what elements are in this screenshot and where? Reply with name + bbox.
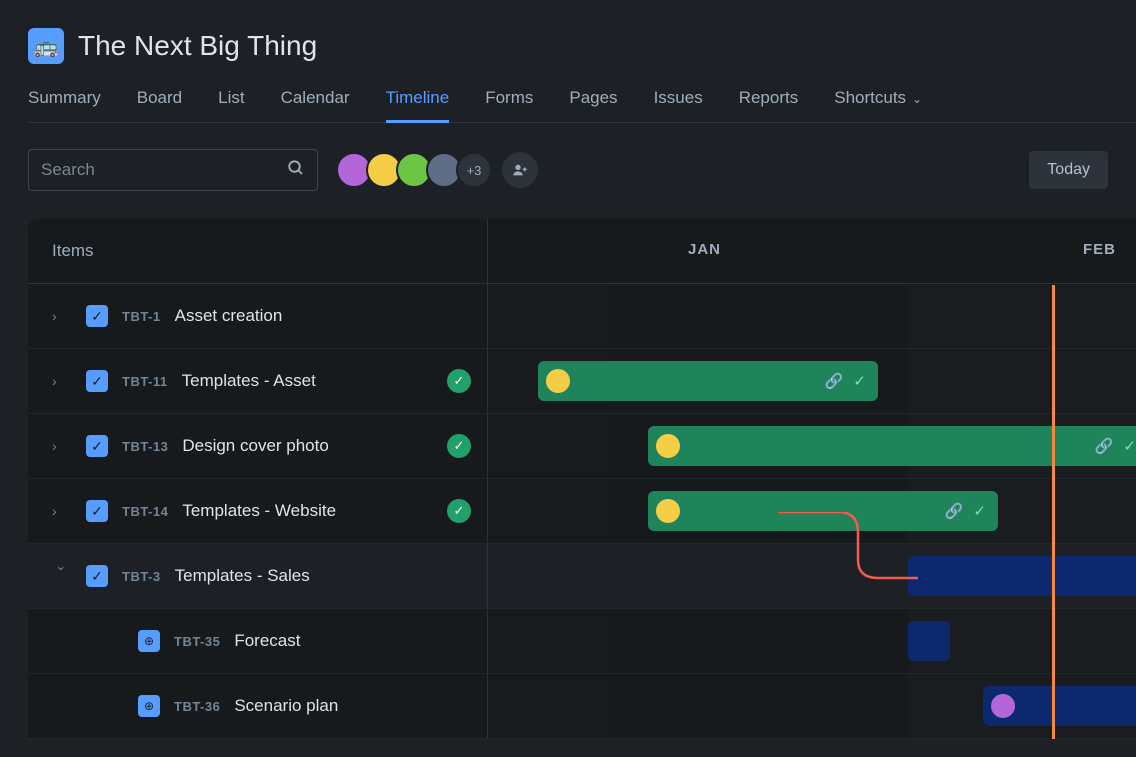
issue-key[interactable]: TBT-35 xyxy=(174,634,220,649)
timeline-row[interactable]: › ✓ TBT-14 Templates - Website ✓ 🔗 ✓ xyxy=(28,479,1136,544)
timeline-row[interactable]: › ✓ TBT-1 Asset creation xyxy=(28,284,1136,349)
issue-type-icon[interactable]: ✓ xyxy=(86,435,108,457)
add-user-button[interactable] xyxy=(502,152,538,188)
timeline-row[interactable]: ⊕ TBT-35 Forecast xyxy=(28,609,1136,674)
assignee-avatar-icon xyxy=(989,692,1017,720)
timeline-bar[interactable]: 🔗 ✓ xyxy=(648,426,1136,466)
project-logo-icon: 🚌 xyxy=(28,28,64,64)
tab-reports[interactable]: Reports xyxy=(739,88,799,122)
timeline-bar[interactable] xyxy=(983,686,1136,726)
tab-list[interactable]: List xyxy=(218,88,244,122)
status-done-icon: ✓ xyxy=(447,369,471,393)
avatar-overflow[interactable]: +3 xyxy=(456,152,492,188)
issue-key[interactable]: TBT-11 xyxy=(122,374,168,389)
timeline-bar[interactable]: 🔗 ✓ xyxy=(538,361,878,401)
check-icon: ✓ xyxy=(853,372,866,390)
issue-key[interactable]: TBT-3 xyxy=(122,569,161,584)
month-label-jan: JAN xyxy=(688,241,721,258)
issue-title[interactable]: Scenario plan xyxy=(234,696,338,716)
expand-toggle[interactable]: › xyxy=(52,438,72,454)
tab-issues[interactable]: Issues xyxy=(654,88,703,122)
search-icon xyxy=(287,159,305,182)
months-header: JAN FEB xyxy=(488,219,1136,283)
assignee-avatar-icon xyxy=(654,432,682,460)
tab-forms[interactable]: Forms xyxy=(485,88,533,122)
month-label-feb: FEB xyxy=(1083,241,1116,258)
issue-title[interactable]: Templates - Website xyxy=(182,501,336,521)
issue-key[interactable]: TBT-36 xyxy=(174,699,220,714)
issue-type-icon[interactable]: ✓ xyxy=(86,500,108,522)
timeline-row[interactable]: › ✓ TBT-11 Templates - Asset ✓ 🔗 ✓ xyxy=(28,349,1136,414)
expand-toggle[interactable]: › xyxy=(52,503,72,519)
issue-title[interactable]: Design cover photo xyxy=(182,436,328,456)
check-icon: ✓ xyxy=(973,502,986,520)
timeline-bar[interactable] xyxy=(908,621,950,661)
timeline-row[interactable]: › ✓ TBT-13 Design cover photo ✓ 🔗 ✓ xyxy=(28,414,1136,479)
timeline-bar[interactable]: 🔗 ✓ xyxy=(648,491,998,531)
issue-title[interactable]: Asset creation xyxy=(175,306,283,326)
link-icon[interactable]: 🔗 xyxy=(1095,437,1114,455)
tab-calendar[interactable]: Calendar xyxy=(281,88,350,122)
project-title: The Next Big Thing xyxy=(78,30,317,62)
link-icon[interactable]: 🔗 xyxy=(945,502,964,520)
items-column-header: Items xyxy=(28,219,488,283)
issue-title[interactable]: Templates - Asset xyxy=(182,371,316,391)
assignee-avatar-icon xyxy=(654,497,682,525)
assignee-avatar-icon xyxy=(544,367,572,395)
subtask-icon: ⊕ xyxy=(138,630,160,652)
issue-key[interactable]: TBT-13 xyxy=(122,439,168,454)
tab-board[interactable]: Board xyxy=(137,88,182,122)
project-header: 🚌 The Next Big Thing xyxy=(28,28,1136,64)
search-input[interactable] xyxy=(41,160,287,180)
issue-key[interactable]: TBT-1 xyxy=(122,309,161,324)
timeline-row[interactable]: › ✓ TBT-3 Templates - Sales xyxy=(28,544,1136,609)
tab-pages[interactable]: Pages xyxy=(569,88,617,122)
link-icon[interactable]: 🔗 xyxy=(825,372,844,390)
view-tabs: Summary Board List Calendar Timeline For… xyxy=(28,88,1136,123)
chevron-down-icon: ⌄ xyxy=(912,92,922,106)
expand-toggle[interactable]: › xyxy=(52,373,72,389)
status-done-icon: ✓ xyxy=(447,499,471,523)
assignee-avatars: +3 xyxy=(336,152,538,188)
check-icon: ✓ xyxy=(1123,437,1136,455)
expand-toggle[interactable]: › xyxy=(52,308,72,324)
timeline-row[interactable]: ⊕ TBT-36 Scenario plan xyxy=(28,674,1136,739)
issue-type-icon[interactable]: ✓ xyxy=(86,370,108,392)
issue-title[interactable]: Templates - Sales xyxy=(175,566,310,586)
status-done-icon: ✓ xyxy=(447,434,471,458)
today-marker xyxy=(1052,285,1055,739)
tab-shortcuts[interactable]: Shortcuts⌄ xyxy=(834,88,922,122)
search-box[interactable] xyxy=(28,149,318,191)
issue-type-icon[interactable]: ✓ xyxy=(86,305,108,327)
tab-summary[interactable]: Summary xyxy=(28,88,101,122)
issue-title[interactable]: Forecast xyxy=(234,631,300,651)
tab-timeline[interactable]: Timeline xyxy=(386,88,450,122)
today-button[interactable]: Today xyxy=(1029,151,1108,189)
timeline-panel: Items JAN FEB › ✓ TBT-1 Asset creation xyxy=(28,219,1136,739)
issue-type-icon[interactable]: ✓ xyxy=(86,565,108,587)
toolbar: +3 Today xyxy=(28,149,1136,191)
subtask-icon: ⊕ xyxy=(138,695,160,717)
timeline-bar[interactable] xyxy=(908,556,1136,596)
issue-key[interactable]: TBT-14 xyxy=(122,504,168,519)
expand-toggle[interactable]: › xyxy=(54,566,70,586)
